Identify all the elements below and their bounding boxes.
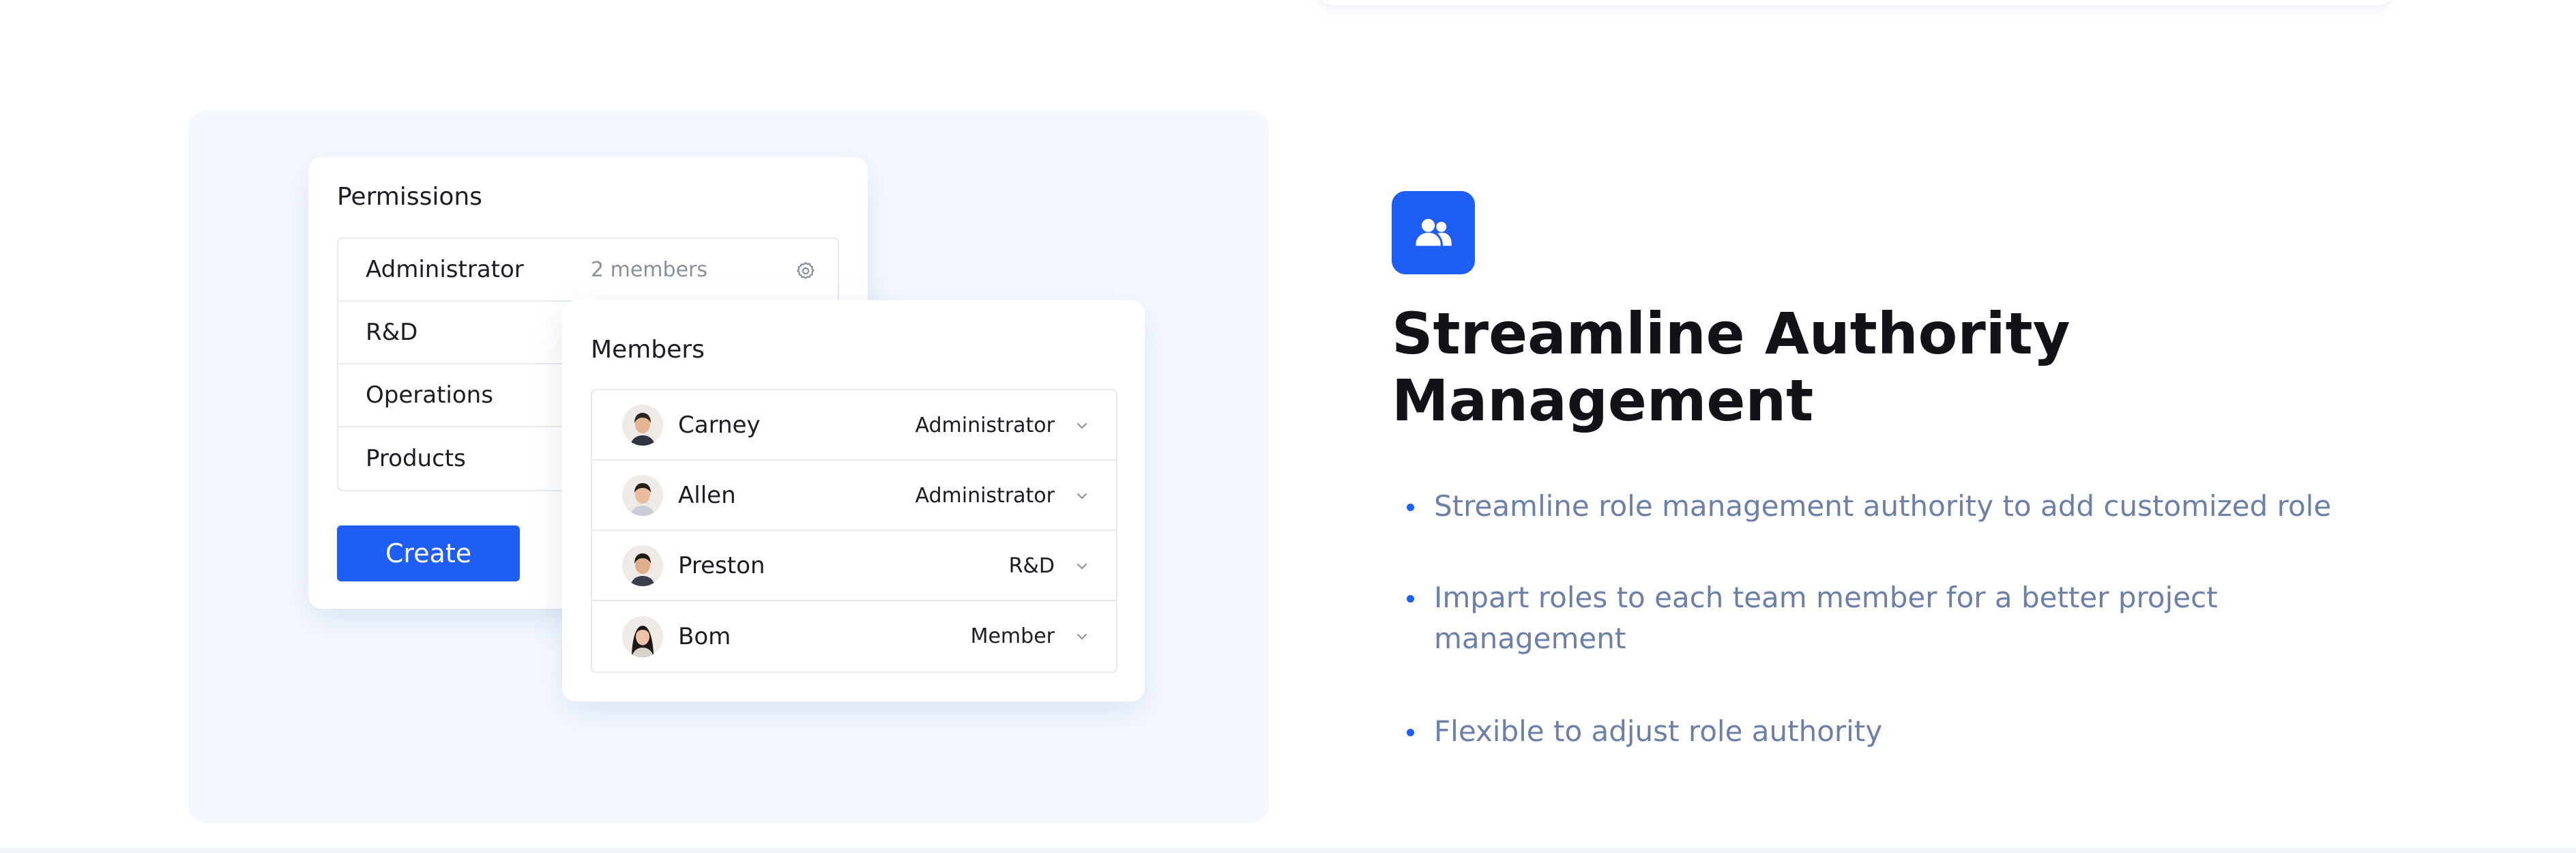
- gear-icon[interactable]: [795, 261, 816, 281]
- page: Permissions Administrator 2 members R&D …: [0, 0, 2576, 853]
- member-name: Preston: [678, 551, 765, 579]
- avatar: [622, 474, 663, 516]
- members-list: Carney Administrator Allen Administrator: [591, 389, 1117, 673]
- role-name: R&D: [366, 319, 418, 346]
- member-name: Allen: [678, 481, 736, 509]
- member-row: Bom Member: [592, 601, 1116, 671]
- chevron-down-icon[interactable]: [1075, 419, 1089, 433]
- member-name: Bom: [678, 622, 731, 650]
- role-name: Operations: [366, 381, 493, 409]
- avatar: [622, 616, 663, 657]
- member-name: Carney: [678, 411, 761, 439]
- feature-bullet: Flexible to adjust role authority: [1405, 711, 2360, 752]
- member-role-select[interactable]: Administrator: [915, 390, 1055, 461]
- member-role-select[interactable]: Member: [971, 601, 1055, 671]
- top-card-edge: [1317, 0, 2395, 5]
- members-title: Members: [591, 336, 705, 364]
- member-row: Preston R&D: [592, 531, 1116, 601]
- avatar: [622, 404, 663, 446]
- member-role-select[interactable]: R&D: [1009, 531, 1055, 601]
- role-name: Administrator: [366, 256, 524, 283]
- role-member-count: 2 members: [591, 257, 707, 282]
- avatar: [622, 545, 663, 586]
- role-row-administrator[interactable]: Administrator 2 members: [338, 239, 838, 302]
- create-button[interactable]: Create: [337, 525, 520, 581]
- feature-bullet: Impart roles to each team member for a b…: [1405, 577, 2360, 659]
- permissions-title: Permissions: [337, 183, 482, 211]
- member-row: Carney Administrator: [592, 390, 1116, 461]
- members-card: Members Carney Administrator Allen Admin…: [562, 300, 1145, 702]
- member-role-select[interactable]: Administrator: [915, 461, 1055, 531]
- users-icon: [1392, 191, 1475, 274]
- role-name: Products: [366, 445, 466, 472]
- chevron-down-icon[interactable]: [1075, 560, 1089, 573]
- chevron-down-icon[interactable]: [1075, 489, 1089, 503]
- feature-bullet: Streamline role management authority to …: [1405, 486, 2360, 527]
- section-divider: [0, 848, 2576, 853]
- chevron-down-icon[interactable]: [1075, 630, 1089, 644]
- feature-heading: Streamline Authority Management: [1392, 300, 2070, 434]
- member-row: Allen Administrator: [592, 461, 1116, 531]
